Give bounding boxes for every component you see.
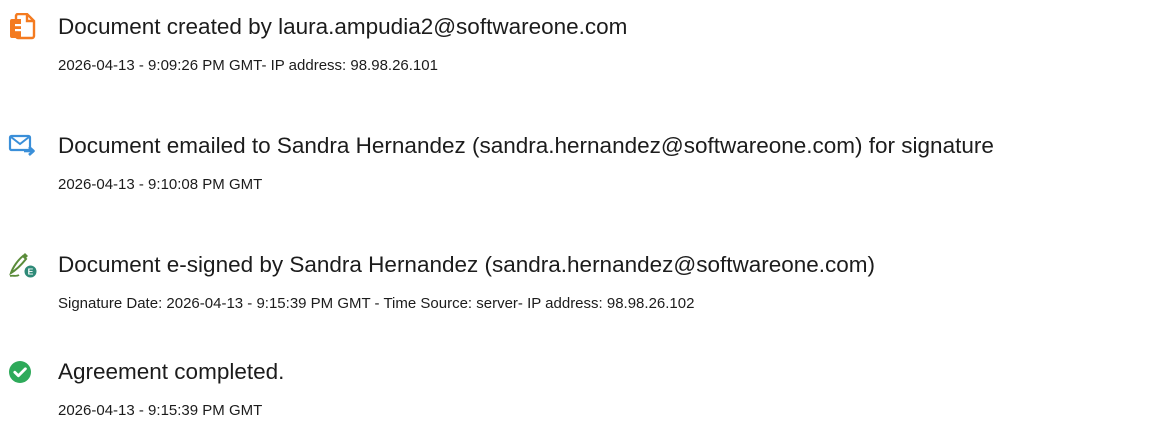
- event-title: Document e-signed by Sandra Hernandez (s…: [58, 252, 876, 277]
- event-timestamp: 2026-04-13 - 9:09:26 PM GMT- IP address:…: [58, 57, 438, 74]
- email-sent-icon: [8, 132, 38, 160]
- audit-history: Document created by laura.ampudia2@softw…: [0, 0, 1167, 422]
- event-timestamp: 2026-04-13 - 9:10:08 PM GMT: [58, 176, 263, 193]
- event-title: Agreement completed.: [58, 359, 285, 384]
- event-title: Document created by laura.ampudia2@softw…: [58, 14, 628, 39]
- check-circle-icon: [8, 358, 38, 386]
- event-timestamp: 2026-04-13 - 9:15:39 PM GMT: [58, 402, 263, 419]
- event-timestamp: Signature Date: 2026-04-13 - 9:15:39 PM …: [58, 295, 695, 312]
- svg-text:E: E: [28, 267, 34, 277]
- event-title: Document emailed to Sandra Hernandez (sa…: [58, 133, 994, 158]
- e-signature-icon: E: [8, 251, 38, 279]
- document-created-icon: [8, 12, 38, 41]
